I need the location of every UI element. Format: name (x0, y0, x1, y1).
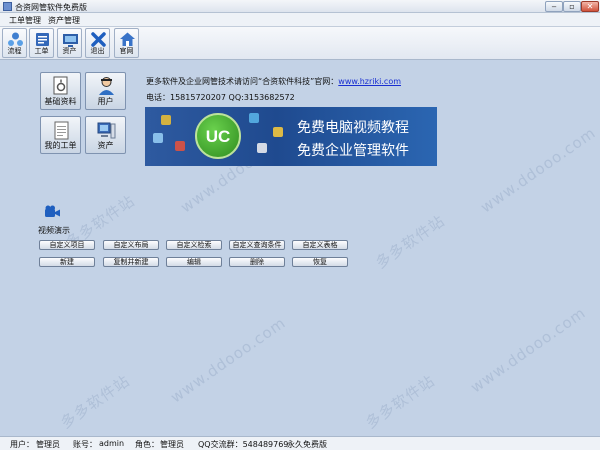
restore-button[interactable]: 恢复 (292, 257, 348, 267)
watermark-url: www.ddooo.com (467, 303, 590, 397)
notepad-icon (54, 121, 69, 140)
module-user-button[interactable]: 用户 (85, 72, 126, 110)
module-user-label: 用户 (97, 97, 114, 106)
uc-logo: UC (195, 113, 241, 159)
watermark-text: 多多软件站 (57, 371, 134, 433)
module-asset-label: 资产 (97, 141, 114, 150)
delete-button[interactable]: 删除 (229, 257, 285, 267)
toolbar-asset-label: 资产 (62, 47, 77, 55)
toolbar-ticket-button[interactable]: 工单 (29, 28, 54, 58)
custom-layout-button[interactable]: 自定义布局 (103, 240, 159, 250)
uc-logo-text: UC (205, 127, 231, 146)
status-user-label: 用户： (10, 440, 34, 449)
custom-search-button[interactable]: 自定义检索 (166, 240, 222, 250)
computer-icon (97, 122, 116, 139)
banner-tile (249, 113, 259, 123)
watermark-url: www.ddooo.com (477, 123, 600, 217)
promo-banner[interactable]: UC 免费电脑视频教程 免费企业管理软件 (145, 107, 437, 166)
status-edition: 永久免费版 (287, 440, 327, 449)
contact-info: 电话：15815720207 QQ:3153682572 (146, 93, 295, 102)
close-button[interactable]: ✕ (581, 1, 599, 12)
watermark-url: www.ddooo.com (167, 313, 290, 407)
toolbar-workflow-label: 流程 (7, 47, 22, 55)
toolbar-home-label: 官网 (119, 47, 134, 55)
status-account-label: 账号： (73, 440, 97, 449)
window-title: 合资网管软件免费版 (15, 3, 87, 12)
toolbar-home-button[interactable]: 官网 (114, 28, 139, 58)
module-my-ticket-label: 我的工单 (44, 141, 77, 150)
user-icon (99, 77, 114, 95)
menu-asset-management[interactable]: 资产管理 (48, 15, 80, 26)
toolbar: 流程 工单 资产 退出 官网 (0, 27, 600, 60)
video-camera-icon[interactable] (44, 205, 61, 218)
status-role-value: 管理员 (160, 440, 184, 449)
custom-project-button[interactable]: 自定义项目 (39, 240, 95, 250)
website-info-text: 更多软件及企业网管技术请访问“合资软件科技”官网： (146, 77, 339, 86)
status-role-label: 角色： (135, 440, 159, 449)
module-my-ticket-button[interactable]: 我的工单 (40, 116, 81, 154)
minimize-button[interactable]: ‒ (545, 1, 563, 12)
toolbar-ticket-label: 工单 (34, 47, 49, 55)
banner-tile (257, 143, 267, 153)
copy-and-new-button[interactable]: 复制并新建 (103, 257, 159, 267)
video-demo-label: 视频演示 (38, 226, 70, 235)
custom-table-button[interactable]: 自定义表格 (292, 240, 348, 250)
module-basic-data-button[interactable]: 基础资料 (40, 72, 81, 110)
toolbar-exit-button[interactable]: 退出 (85, 28, 110, 58)
status-qq-group: QQ交流群：548489769 (198, 440, 289, 449)
menu-ticket-management[interactable]: 工单管理 (9, 15, 41, 26)
banner-line-1: 免费电脑视频教程 (297, 120, 409, 136)
banner-line-2: 免费企业管理软件 (297, 143, 409, 159)
app-icon (3, 2, 12, 11)
banner-tile (175, 141, 185, 151)
status-user-value: 管理员 (36, 440, 60, 449)
banner-tile (161, 115, 171, 125)
watermark-text: 多多软件站 (362, 371, 439, 433)
new-button[interactable]: 新建 (39, 257, 95, 267)
edit-button[interactable]: 编辑 (166, 257, 222, 267)
module-asset-button[interactable]: 资产 (85, 116, 126, 154)
module-basic-data-label: 基础资料 (44, 97, 77, 106)
banner-tile (153, 133, 163, 143)
status-account-value: admin (99, 439, 125, 448)
status-bar: 用户： 管理员 账号： admin 角色： 管理员 QQ交流群：54848976… (0, 436, 600, 450)
website-info: 更多软件及企业网管技术请访问“合资软件科技”官网：www.hzriki.com (146, 76, 401, 87)
title-bar: 合资网管软件免费版 ‒ ▫ ✕ (0, 0, 600, 13)
toolbar-workflow-button[interactable]: 流程 (2, 28, 27, 58)
banner-tile (273, 127, 283, 137)
watermark-text: 多多软件站 (372, 211, 449, 273)
document-gear-icon (53, 76, 68, 95)
website-link[interactable]: www.hzriki.com (338, 77, 401, 86)
maximize-button[interactable]: ▫ (563, 1, 581, 12)
custom-query-conditions-button[interactable]: 自定义查询条件 (229, 240, 285, 250)
toolbar-asset-button[interactable]: 资产 (57, 28, 82, 58)
toolbar-exit-label: 退出 (90, 47, 105, 55)
menu-bar: 工单管理 资产管理 (0, 13, 600, 27)
